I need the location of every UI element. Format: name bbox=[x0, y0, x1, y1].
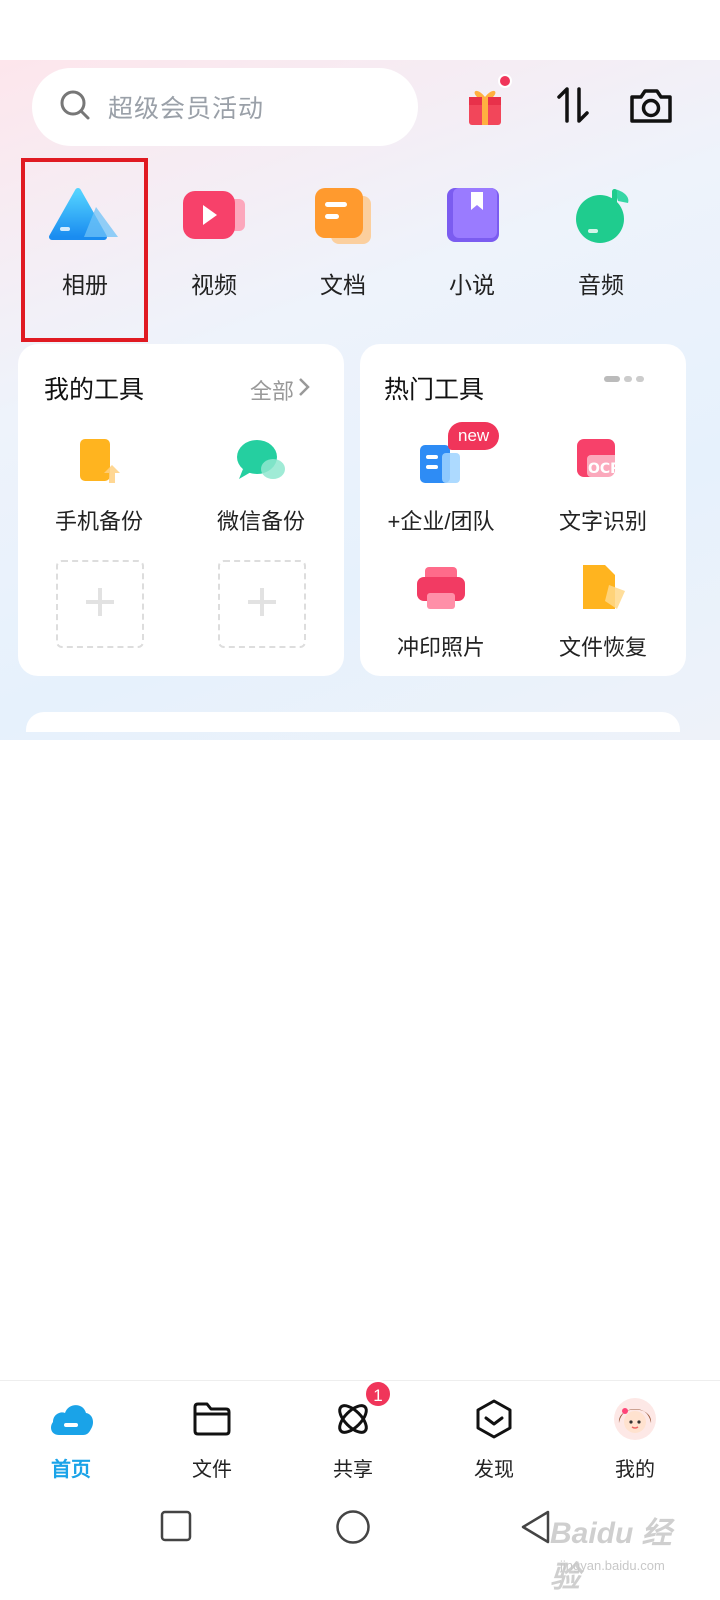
audio-icon bbox=[561, 180, 641, 250]
add-tool-button[interactable] bbox=[218, 560, 306, 648]
watermark-text: Baidu 经验 bbox=[550, 1517, 672, 1594]
search-placeholder: 超级会员活动 bbox=[108, 95, 265, 123]
phone-backup-icon bbox=[69, 432, 129, 492]
recent-apps-button[interactable] bbox=[160, 1510, 192, 1547]
tool-phone-backup[interactable]: 手机备份 bbox=[24, 432, 174, 536]
all-link-label: 全部 bbox=[250, 379, 295, 404]
category-label: 文档 bbox=[320, 272, 366, 298]
tool-file-recovery[interactable]: 文件恢复 bbox=[528, 558, 678, 662]
tool-label: 手机备份 bbox=[54, 509, 143, 534]
tool-ocr[interactable]: OCR 文字识别 bbox=[528, 432, 678, 536]
category-document[interactable]: 文档 bbox=[283, 180, 403, 310]
tool-enterprise-team[interactable]: +企业/团队 bbox=[366, 432, 516, 536]
novel-icon bbox=[432, 180, 512, 250]
watermark-url: jingyan.baidu.com bbox=[560, 1558, 665, 1573]
gift-icon[interactable] bbox=[460, 74, 512, 132]
next-card-edge bbox=[26, 712, 680, 732]
indicator-dot bbox=[636, 376, 644, 382]
search-icon bbox=[58, 88, 92, 127]
category-novel[interactable]: 小说 bbox=[412, 180, 532, 310]
photo-print-icon bbox=[411, 558, 471, 618]
document-icon bbox=[303, 180, 383, 250]
tab-label: 文件 bbox=[192, 1459, 232, 1481]
home-button[interactable] bbox=[335, 1509, 371, 1550]
notification-dot bbox=[498, 74, 512, 88]
tool-label: +企业/团队 bbox=[387, 509, 495, 534]
indicator-active bbox=[604, 376, 620, 382]
ocr-icon: OCR bbox=[573, 432, 633, 492]
discover-icon bbox=[469, 1395, 519, 1443]
tab-label: 共享 bbox=[333, 1459, 373, 1481]
file-recovery-icon bbox=[573, 558, 633, 618]
plus-icon bbox=[83, 585, 117, 624]
category-label: 音频 bbox=[578, 272, 624, 298]
tool-photo-print[interactable]: 冲印照片 bbox=[366, 558, 516, 662]
plus-icon bbox=[245, 585, 279, 624]
avatar-icon bbox=[610, 1395, 660, 1443]
my-tools-all-link[interactable]: 全部 bbox=[250, 374, 310, 406]
add-tool-button[interactable] bbox=[56, 560, 144, 648]
tool-label: 文件恢复 bbox=[558, 635, 647, 660]
category-video[interactable]: 视频 bbox=[154, 180, 274, 310]
tool-label: 微信备份 bbox=[216, 509, 305, 534]
tab-label: 首页 bbox=[51, 1459, 91, 1481]
tab-home[interactable]: 首页 bbox=[21, 1395, 121, 1482]
folder-icon bbox=[187, 1395, 237, 1443]
category-label: 小说 bbox=[449, 272, 495, 298]
tool-label: 文字识别 bbox=[558, 509, 647, 534]
share-badge: 1 bbox=[364, 1380, 392, 1408]
tab-label: 发现 bbox=[474, 1459, 514, 1481]
tool-wechat-backup[interactable]: 微信备份 bbox=[186, 432, 336, 536]
screen: 超级会员活动 相册 视频 文档 小说 音频 我的工具 全部 手机备份 微信备份 … bbox=[0, 0, 720, 1600]
my-tools-card: 我的工具 全部 手机备份 微信备份 bbox=[18, 344, 344, 676]
indicator-dot bbox=[624, 376, 632, 382]
my-tools-title: 我的工具 bbox=[44, 376, 145, 404]
tab-files[interactable]: 文件 bbox=[162, 1395, 262, 1482]
bottom-tab-bar: 首页 文件 共享 发现 我的 bbox=[0, 1380, 720, 1490]
video-icon bbox=[174, 180, 254, 250]
tab-discover[interactable]: 发现 bbox=[444, 1395, 544, 1482]
ocr-icon-text: OCR bbox=[588, 461, 621, 477]
camera-icon[interactable] bbox=[626, 78, 676, 132]
watermark: Baidu 经验 jingyan.baidu.com bbox=[520, 1500, 700, 1594]
cloud-home-icon bbox=[46, 1395, 96, 1443]
category-audio[interactable]: 音频 bbox=[541, 180, 661, 310]
chevron-right-icon bbox=[298, 377, 310, 403]
category-label: 视频 bbox=[191, 272, 237, 298]
tab-label: 我的 bbox=[615, 1459, 655, 1481]
hot-tools-title: 热门工具 bbox=[384, 376, 485, 404]
search-bar[interactable]: 超级会员活动 bbox=[32, 68, 418, 146]
tool-label: 冲印照片 bbox=[396, 635, 485, 660]
tab-me[interactable]: 我的 bbox=[585, 1395, 685, 1482]
tab-share[interactable]: 共享 bbox=[303, 1395, 403, 1482]
new-badge: new bbox=[448, 422, 500, 450]
transfer-icon[interactable] bbox=[548, 78, 598, 132]
carousel-indicator bbox=[604, 376, 644, 382]
hot-tools-card: 热门工具 +企业/团队 OCR 文字识别 冲印照片 文件恢复 bbox=[360, 344, 686, 676]
wechat-backup-icon bbox=[231, 432, 291, 492]
highlight-box bbox=[21, 158, 148, 342]
